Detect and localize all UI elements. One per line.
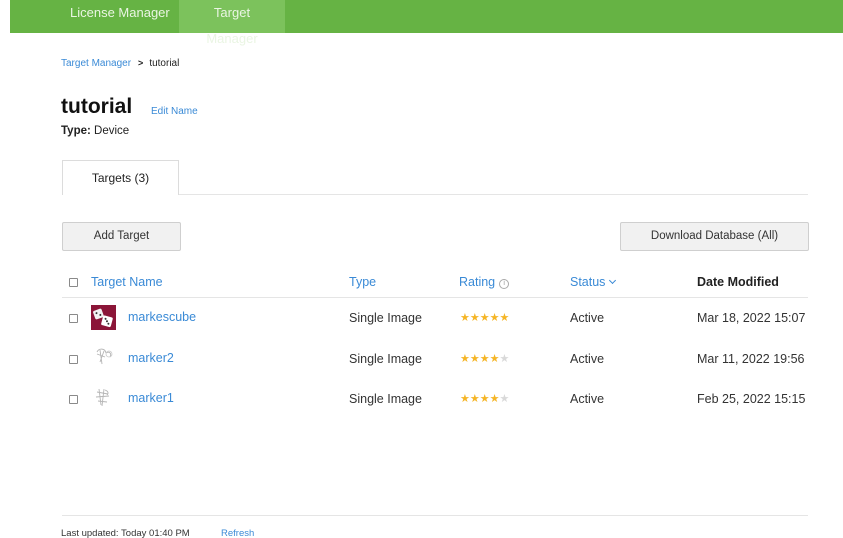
last-updated-text: Last updated: Today 01:40 PM (61, 528, 190, 538)
type-value: Device (94, 125, 130, 137)
star-icon: ★ (469, 312, 480, 324)
top-nav-bar: License Manager Target Manager (10, 0, 843, 46)
info-icon[interactable]: i (499, 279, 510, 289)
target-name-link[interactable]: markescube (128, 298, 196, 336)
star-icon: ★ (489, 393, 500, 405)
status-header-label: Status (570, 275, 606, 289)
breadcrumb: Target Manager > tutorial (61, 58, 179, 69)
star-icon: ★ (479, 353, 490, 365)
star-icon: ★ (479, 393, 490, 405)
edit-name-link[interactable]: Edit Name (151, 106, 198, 117)
breadcrumb-current: tutorial (149, 58, 180, 69)
column-header-type[interactable]: Type (349, 275, 376, 289)
star-icon: ★ (460, 393, 470, 405)
database-type: Type: Device (61, 125, 129, 137)
star-icon: ★ (479, 312, 490, 324)
target-type: Single Image (349, 311, 422, 325)
nav-target-manager[interactable]: Target Manager (179, 0, 285, 46)
page-title: tutorial (61, 95, 133, 118)
column-header-target-name[interactable]: Target Name (91, 275, 163, 289)
star-icon: ★ (489, 353, 500, 365)
rating-stars: ★★★★★ (460, 392, 509, 406)
target-date-modified: Mar 18, 2022 15:07 (697, 311, 806, 325)
target-name-link[interactable]: marker1 (128, 379, 174, 417)
table-row: marker2 Single Image ★★★★★ Active Mar 11… (0, 339, 843, 379)
target-type: Single Image (349, 392, 422, 406)
star-icon: ★ (469, 393, 480, 405)
dice-thumbnail-icon[interactable] (91, 305, 116, 330)
select-all-checkbox[interactable] (69, 278, 78, 287)
target-date-modified: Feb 25, 2022 15:15 (697, 392, 806, 406)
rating-stars: ★★★★★ (460, 352, 509, 366)
star-icon: ★ (460, 312, 470, 324)
table-row: markescube Single Image ★★★★★ Active Mar… (0, 298, 843, 338)
nav-license-manager[interactable]: License Manager (62, 0, 178, 33)
tab-targets[interactable]: Targets (3) (62, 160, 179, 195)
target-type: Single Image (349, 352, 422, 366)
star-icon: ★ (489, 312, 500, 324)
add-target-button[interactable]: Add Target (62, 222, 181, 251)
target-status: Active (570, 392, 605, 406)
breadcrumb-separator-icon: > (138, 58, 144, 68)
column-header-date-modified: Date Modified (697, 275, 779, 289)
rating-header-label: Rating (459, 275, 496, 289)
target-date-modified: Mar 11, 2022 19:56 (697, 352, 805, 366)
rating-stars: ★★★★★ (460, 311, 509, 325)
target-status: Active (570, 311, 605, 325)
row-checkbox[interactable] (69, 314, 78, 323)
column-header-status[interactable]: Status (570, 275, 617, 289)
star-icon: ★ (469, 353, 480, 365)
star-icon: ★ (460, 353, 470, 365)
target-status: Active (570, 352, 605, 366)
column-header-rating[interactable]: Rating i (459, 275, 510, 289)
breadcrumb-target-manager-link[interactable]: Target Manager (61, 58, 131, 69)
star-icon: ★ (499, 393, 510, 405)
download-database-button[interactable]: Download Database (All) (620, 222, 809, 251)
chevron-down-icon[interactable] (609, 276, 617, 285)
star-icon: ★ (499, 353, 510, 365)
refresh-link[interactable]: Refresh (221, 528, 254, 538)
sketch-thumbnail-icon[interactable] (91, 344, 116, 369)
star-icon: ★ (499, 312, 510, 324)
sketch-thumbnail-icon[interactable] (91, 385, 116, 410)
row-checkbox[interactable] (69, 355, 78, 364)
target-name-link[interactable]: marker2 (128, 339, 174, 377)
type-key: Type: (61, 125, 91, 137)
row-checkbox[interactable] (69, 395, 78, 404)
table-row: marker1 Single Image ★★★★★ Active Feb 25… (0, 379, 843, 419)
footer-divider (62, 515, 808, 516)
